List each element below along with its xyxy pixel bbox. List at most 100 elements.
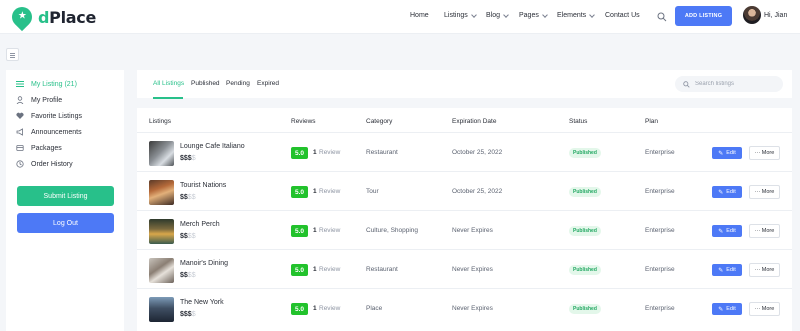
avatar[interactable]	[743, 6, 761, 24]
sidebar-toggle-button[interactable]	[6, 48, 19, 61]
listing-thumbnail[interactable]	[149, 180, 174, 205]
listing-plan: Enterprise	[645, 305, 675, 312]
edit-icon: ✎	[718, 189, 724, 196]
search-listings-box[interactable]	[675, 76, 783, 92]
clock-icon	[16, 160, 24, 168]
list-icon	[16, 80, 24, 88]
price-level: $$$$	[180, 155, 196, 162]
price-level: $$$$	[180, 272, 196, 279]
listing-plan: Enterprise	[645, 266, 675, 273]
edit-button[interactable]: ✎ Edit	[712, 186, 742, 198]
price-level: $$$$	[180, 233, 196, 240]
listing-category: Tour	[366, 188, 379, 195]
listing-category: Restaurant	[366, 266, 398, 273]
listing-expiration: Never Expires	[452, 305, 493, 312]
listing-plan: Enterprise	[645, 149, 675, 156]
active-tab-indicator	[153, 97, 183, 99]
rating-score-badge: 5.0	[291, 186, 308, 198]
edit-button[interactable]: ✎ Edit	[712, 225, 742, 237]
sidebar-item-label: Order History	[31, 160, 73, 168]
edit-button[interactable]: ✎ Edit	[712, 147, 742, 159]
review-count: 1	[313, 227, 317, 234]
review-count: 1	[313, 188, 317, 195]
sidebar-item-order-history[interactable]: Order History	[16, 160, 73, 168]
tab-all-listings[interactable]: All Listings	[153, 80, 184, 87]
review-label: Review	[319, 227, 341, 234]
more-button[interactable]: ··· More	[749, 302, 780, 316]
review-count: 1	[313, 266, 317, 273]
status-badge: Published	[569, 148, 601, 158]
listing-name[interactable]: The New York	[180, 299, 224, 306]
listing-thumbnail[interactable]	[149, 141, 174, 166]
listing-name[interactable]: Merch Perch	[180, 221, 220, 228]
tab-published[interactable]: Published	[191, 80, 220, 87]
search-icon[interactable]	[657, 12, 667, 22]
chevron-down-icon	[470, 11, 477, 18]
tab-expired[interactable]: Expired	[257, 80, 279, 87]
tab-pending[interactable]: Pending	[226, 80, 250, 87]
more-button[interactable]: ··· More	[749, 146, 780, 160]
sidebar-item-packages[interactable]: Packages	[16, 144, 62, 152]
listing-thumbnail[interactable]	[149, 297, 174, 322]
listing-thumbnail[interactable]	[149, 258, 174, 283]
review-label: Review	[319, 305, 341, 312]
listings-table: Listings Reviews Category Expiration Dat…	[137, 108, 792, 331]
sidebar-item-label: Packages	[31, 144, 62, 152]
listing-expiration: October 25, 2022	[452, 149, 503, 156]
edit-button[interactable]: ✎ Edit	[712, 303, 742, 315]
add-listing-button[interactable]: ADD LISTING	[675, 6, 732, 26]
nav-blog[interactable]: Blog	[486, 11, 509, 19]
review-count: 1	[313, 149, 317, 156]
submit-listing-button[interactable]: Submit Listing	[17, 186, 114, 206]
table-row: Merch Perch $$$$ 5.0 1 Review Culture, S…	[137, 211, 792, 250]
table-row: Manoir's Dining $$$$ 5.0 1 Review Restau…	[137, 250, 792, 289]
nav-home[interactable]: Home	[410, 12, 429, 19]
sidebar-item-label: Announcements	[31, 128, 82, 136]
column-header-plan: Plan	[645, 118, 659, 125]
listing-name[interactable]: Manoir's Dining	[180, 260, 228, 267]
sidebar-item-label: My Listing (21)	[31, 80, 77, 88]
listing-category: Place	[366, 305, 383, 312]
logo[interactable]: ★ dPlace	[7, 2, 96, 32]
edit-icon: ✎	[718, 150, 724, 157]
sidebar-item-announcements[interactable]: Announcements	[16, 128, 82, 136]
listing-name[interactable]: Tourist Nations	[180, 182, 226, 189]
dashboard-sidebar: My Listing (21) My Profile Favorite List…	[6, 70, 124, 331]
listing-expiration: October 25, 2022	[452, 188, 503, 195]
table-row: Lounge Cafe Italiano $$$$ 5.0 1 Review R…	[137, 133, 792, 172]
chevron-down-icon	[589, 11, 596, 18]
search-icon	[683, 80, 690, 88]
edit-button[interactable]: ✎ Edit	[712, 264, 742, 276]
listing-name[interactable]: Lounge Cafe Italiano	[180, 143, 245, 150]
log-out-button[interactable]: Log Out	[17, 213, 114, 233]
price-level: $$$$	[180, 194, 196, 201]
top-header: ★ dPlace Home Listings Blog Pages Elemen…	[0, 0, 800, 34]
review-count: 1	[313, 305, 317, 312]
sidebar-item-favorite-listings[interactable]: Favorite Listings	[16, 112, 82, 120]
nav-listings[interactable]: Listings	[444, 11, 477, 19]
more-button[interactable]: ··· More	[749, 224, 780, 238]
rating-score-badge: 5.0	[291, 225, 308, 237]
nav-contact[interactable]: Contact Us	[605, 12, 640, 19]
table-row: Tourist Nations $$$$ 5.0 1 Review Tour O…	[137, 172, 792, 211]
column-header-listings: Listings	[149, 118, 172, 125]
more-button[interactable]: ··· More	[749, 185, 780, 199]
nav-pages[interactable]: Pages	[519, 11, 548, 19]
user-icon	[16, 96, 24, 104]
sidebar-item-my-listing[interactable]: My Listing (21)	[16, 80, 77, 88]
chevron-down-icon	[542, 11, 548, 18]
listing-expiration: Never Expires	[452, 266, 493, 273]
more-button[interactable]: ··· More	[749, 263, 780, 277]
review-label: Review	[319, 266, 341, 273]
status-badge: Published	[569, 304, 601, 314]
rating-score-badge: 5.0	[291, 147, 308, 159]
listing-thumbnail[interactable]	[149, 219, 174, 244]
chevron-down-icon	[503, 11, 509, 18]
listing-tabs-bar: All Listings Published Pending Expired	[137, 70, 792, 99]
sidebar-item-my-profile[interactable]: My Profile	[16, 96, 62, 104]
nav-elements[interactable]: Elements	[557, 11, 596, 19]
column-header-expiration: Expiration Date	[452, 118, 497, 125]
column-header-category: Category	[366, 118, 393, 125]
search-listings-input[interactable]	[695, 81, 775, 87]
user-greeting[interactable]: Hi, Jian	[764, 12, 787, 19]
